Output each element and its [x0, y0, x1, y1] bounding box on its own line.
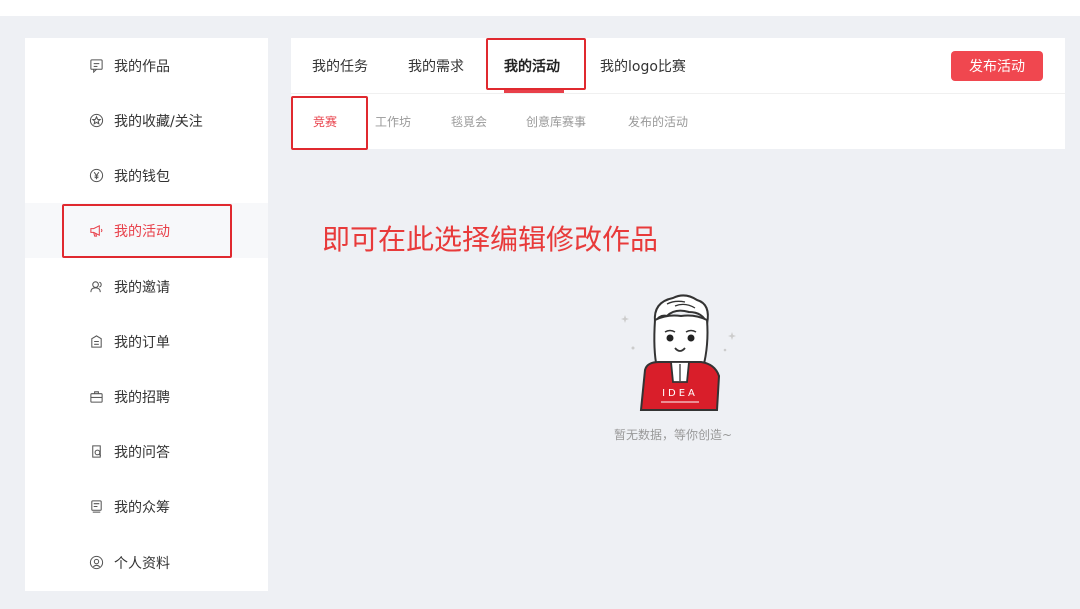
- subtab-competition[interactable]: 竞赛: [313, 94, 337, 149]
- tab-bar: 我的任务 我的需求 我的活动 我的logo比赛 发布活动: [291, 38, 1065, 94]
- sidebar-item-favorites[interactable]: 我的收藏/关注: [25, 93, 268, 148]
- file-icon: [88, 58, 104, 74]
- sidebar-item-label: 我的钱包: [114, 168, 170, 185]
- empty-state-illustration: IDEA: [621, 294, 736, 411]
- sidebar-item-label: 我的活动: [114, 223, 170, 240]
- subtab-bar: 竞赛 工作坊 毯覓会 创意库赛事 发布的活动: [291, 94, 1065, 149]
- tab-tasks[interactable]: 我的任务: [312, 38, 368, 94]
- subtab-workshop[interactable]: 工作坊: [375, 94, 411, 149]
- megaphone-icon: [88, 223, 104, 239]
- subtab-creative-events[interactable]: 创意库赛事: [526, 94, 586, 149]
- sidebar-item-profile[interactable]: 个人资料: [25, 535, 268, 590]
- tab-active-indicator: [504, 90, 564, 93]
- sidebar-item-label: 我的作品: [114, 58, 170, 75]
- sidebar-item-label: 我的问答: [114, 444, 170, 461]
- empty-state-text: 暂无数据，等你创造~: [614, 428, 733, 442]
- sidebar-item-crowdfunding[interactable]: 我的众筹: [25, 479, 268, 534]
- briefcase-icon: [88, 389, 104, 405]
- qa-icon: [88, 444, 104, 460]
- tab-demands[interactable]: 我的需求: [408, 38, 464, 94]
- subtab-meetup[interactable]: 毯覓会: [451, 94, 487, 149]
- sidebar-item-activities[interactable]: 我的活动: [25, 203, 268, 258]
- shirt-text: IDEA: [662, 388, 698, 399]
- sidebar: 我的作品 我的收藏/关注 我的钱包 我的活动 我的邀请 我的订单 我的招聘 我的…: [25, 38, 268, 591]
- main-panel: 我的任务 我的需求 我的活动 我的logo比赛 发布活动 竞赛 工作坊 毯覓会 …: [291, 38, 1065, 149]
- subtab-published-activities[interactable]: 发布的活动: [628, 94, 688, 149]
- yen-icon: [88, 168, 104, 184]
- publish-activity-button[interactable]: 发布活动: [951, 51, 1043, 81]
- sidebar-item-label: 个人资料: [114, 555, 170, 572]
- sidebar-item-recruitment[interactable]: 我的招聘: [25, 369, 268, 424]
- sidebar-item-label: 我的收藏/关注: [114, 113, 203, 130]
- star-icon: [88, 113, 104, 129]
- sidebar-item-label: 我的邀请: [114, 279, 170, 296]
- sidebar-item-label: 我的招聘: [114, 389, 170, 406]
- sidebar-item-label: 我的订单: [114, 334, 170, 351]
- users-icon: [88, 279, 104, 295]
- crowdfund-icon: [88, 499, 104, 515]
- sidebar-item-label: 我的众筹: [114, 499, 170, 516]
- sidebar-item-orders[interactable]: 我的订单: [25, 314, 268, 369]
- profile-icon: [88, 555, 104, 571]
- annotation-text: 即可在此选择编辑修改作品: [322, 223, 659, 256]
- tab-activities[interactable]: 我的活动: [504, 38, 560, 94]
- top-strip: [0, 0, 1080, 16]
- sidebar-item-invites[interactable]: 我的邀请: [25, 259, 268, 314]
- order-icon: [88, 334, 104, 350]
- sidebar-item-wallet[interactable]: 我的钱包: [25, 148, 268, 203]
- sidebar-item-qa[interactable]: 我的问答: [25, 424, 268, 479]
- sidebar-item-works[interactable]: 我的作品: [25, 38, 268, 93]
- tab-logo-contest[interactable]: 我的logo比赛: [600, 38, 686, 94]
